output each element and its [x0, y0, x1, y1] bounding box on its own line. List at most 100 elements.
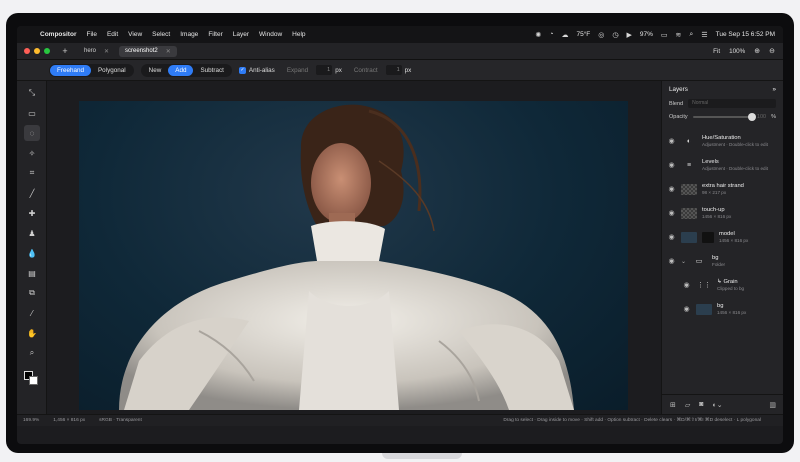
- layer-row-hue-saturation[interactable]: ◉ ◐ Hue/Saturation Adjustment · Double-cl…: [662, 129, 783, 153]
- new-folder-icon[interactable]: ▱: [685, 401, 690, 409]
- layer-row-bg-folder[interactable]: ◉ ⌄ ▭ bg Folder: [662, 249, 783, 273]
- move-tool-icon[interactable]: ⤡: [24, 85, 40, 101]
- eye-icon[interactable]: ◉: [667, 185, 676, 193]
- gradient-tool-icon[interactable]: ▤: [24, 265, 40, 281]
- screen: Compositor File Edit View Select Image F…: [17, 26, 783, 444]
- zoom-window-button[interactable]: [44, 48, 50, 54]
- menu-filter[interactable]: Filter: [203, 31, 227, 38]
- activity-icon[interactable]: ◔: [549, 31, 553, 38]
- eyedropper-tool-icon[interactable]: ⁄: [24, 305, 40, 321]
- control-center-icon[interactable]: ☰: [701, 31, 707, 39]
- layer-row-extra-hair-strand[interactable]: ◉ extra hair strand 98 × 217 px: [662, 177, 783, 201]
- new-selection-button[interactable]: New: [142, 65, 169, 76]
- play-icon[interactable]: ▶: [627, 31, 632, 39]
- zoom-tool-icon[interactable]: ⌕: [24, 345, 40, 361]
- folder-icon: ▭: [695, 258, 703, 265]
- menu-select[interactable]: Select: [147, 31, 175, 38]
- layer-thumbnail: [696, 303, 712, 315]
- eye-icon[interactable]: ◉: [682, 305, 691, 313]
- minimize-window-button[interactable]: [34, 48, 40, 54]
- menu-help[interactable]: Help: [287, 31, 310, 38]
- brush-tool-icon[interactable]: ╱: [24, 185, 40, 201]
- layer-name: ↳ Grain: [717, 279, 738, 285]
- close-tab-icon[interactable]: ✕: [166, 48, 171, 55]
- weather-temp[interactable]: 75°F: [576, 31, 590, 38]
- wifi-icon[interactable]: ≋: [676, 31, 682, 39]
- contract-input[interactable]: 1: [385, 65, 402, 75]
- eye-icon[interactable]: ◉: [667, 137, 676, 145]
- zoom-level[interactable]: 100%: [729, 48, 745, 55]
- clock[interactable]: Tue Sep 15 6:52 PM: [716, 31, 775, 38]
- add-mask-icon[interactable]: ◙: [699, 401, 703, 408]
- menu-app[interactable]: Compositor: [35, 31, 81, 38]
- subtract-selection-button[interactable]: Subtract: [193, 65, 230, 76]
- fit-button[interactable]: Fit: [713, 48, 720, 55]
- healing-tool-icon[interactable]: ✚: [24, 205, 40, 221]
- expand-input[interactable]: 1: [316, 65, 333, 75]
- layer-row-bg[interactable]: ◉ bg 1456 × 816 px: [662, 297, 783, 321]
- background-color[interactable]: [29, 376, 38, 385]
- eye-icon[interactable]: ◉: [667, 257, 676, 265]
- layer-row-model[interactable]: ◉ model 1456 × 816 px: [662, 225, 783, 249]
- status-menus: ✺ ◔ ☁ 75°F ◎ ◷ ▶ 97% ▭ ≋ ⌕ ☰ Tue Sep 15 …: [535, 31, 783, 39]
- hand-tool-icon[interactable]: ✋: [24, 325, 40, 341]
- clock-icon[interactable]: ◷: [612, 31, 618, 39]
- brightness-icon[interactable]: ✺: [535, 31, 541, 39]
- weather-icon[interactable]: ☁: [561, 31, 568, 39]
- focus-icon[interactable]: ◎: [598, 31, 604, 39]
- freehand-button[interactable]: Freehand: [50, 64, 91, 76]
- menu-image[interactable]: Image: [175, 31, 203, 38]
- dropper-blur-tool-icon[interactable]: 💧: [24, 245, 40, 261]
- polygonal-button[interactable]: Polygonal: [91, 65, 133, 76]
- chevron-down-icon[interactable]: ⌄: [681, 258, 686, 265]
- new-layer-icon[interactable]: ⊞: [670, 401, 676, 409]
- crop-tool-icon[interactable]: ⌗: [24, 165, 40, 181]
- tool-options-bar: Freehand Polygonal New Add Subtract ✓ An…: [17, 60, 783, 81]
- blend-mode-select[interactable]: Normal: [688, 99, 776, 108]
- layer-row-levels[interactable]: ◉ ≡ Levels Adjustment · Double-click to e…: [662, 153, 783, 177]
- close-tab-icon[interactable]: ✕: [104, 48, 109, 55]
- menu-edit[interactable]: Edit: [102, 31, 123, 38]
- layer-row-grain[interactable]: ◉ ⋮⋮ ↳ Grain Clipped to bg: [662, 273, 783, 297]
- antialias-checkbox[interactable]: ✓ Anti-alias: [238, 66, 275, 74]
- layer-name: extra hair strand: [702, 183, 744, 189]
- lasso-tool-icon[interactable]: ◌: [24, 125, 40, 141]
- eye-icon[interactable]: ◉: [667, 209, 676, 217]
- menu-layer[interactable]: Layer: [228, 31, 254, 38]
- marquee-tool-icon[interactable]: ▭: [24, 105, 40, 121]
- tab-screenshot2[interactable]: screenshot2 ✕: [119, 45, 177, 57]
- expand-button[interactable]: Expand: [287, 67, 308, 74]
- close-window-button[interactable]: [24, 48, 30, 54]
- tab-hero[interactable]: hero ✕: [78, 46, 115, 57]
- add-selection-button[interactable]: Add: [168, 64, 194, 76]
- trash-icon[interactable]: ▥: [769, 401, 776, 409]
- color-swatches[interactable]: [22, 369, 42, 389]
- eye-icon[interactable]: ◉: [682, 281, 691, 289]
- document-canvas[interactable]: [79, 101, 628, 410]
- layer-mask-thumbnail[interactable]: [702, 231, 714, 243]
- new-tab-icon[interactable]: +: [58, 45, 72, 57]
- zoom-in-icon[interactable]: ⊕: [754, 47, 760, 55]
- menu-view[interactable]: View: [123, 31, 147, 38]
- magic-wand-tool-icon[interactable]: ✧: [24, 145, 40, 161]
- opacity-slider[interactable]: [692, 112, 756, 121]
- contract-button[interactable]: Contract: [354, 67, 378, 74]
- shape-tool-icon[interactable]: ⧉: [24, 285, 40, 301]
- stamp-tool-icon[interactable]: ♟: [24, 225, 40, 241]
- opacity-slider-knob[interactable]: [747, 112, 756, 121]
- layer-info: 98 × 217 px: [702, 190, 727, 195]
- tab-label: hero: [84, 48, 97, 54]
- menu-window[interactable]: Window: [254, 31, 287, 38]
- layer-row-touch-up[interactable]: ◉ touch-up 1456 × 816 px: [662, 201, 783, 225]
- adjustment-icon[interactable]: ◐⌄: [713, 401, 723, 409]
- collapse-panel-icon[interactable]: »: [772, 86, 776, 93]
- menu-file[interactable]: File: [81, 31, 101, 38]
- opacity-value[interactable]: 100: [757, 114, 766, 120]
- eye-icon[interactable]: ◉: [667, 161, 676, 169]
- search-icon[interactable]: ⌕: [689, 31, 693, 39]
- layer-info: 1456 × 816 px: [702, 214, 732, 219]
- canvas-area[interactable]: [48, 81, 661, 414]
- zoom-out-icon[interactable]: ⊖: [769, 47, 775, 55]
- eye-icon[interactable]: ◉: [667, 233, 676, 241]
- battery-icon[interactable]: ▭: [661, 31, 668, 39]
